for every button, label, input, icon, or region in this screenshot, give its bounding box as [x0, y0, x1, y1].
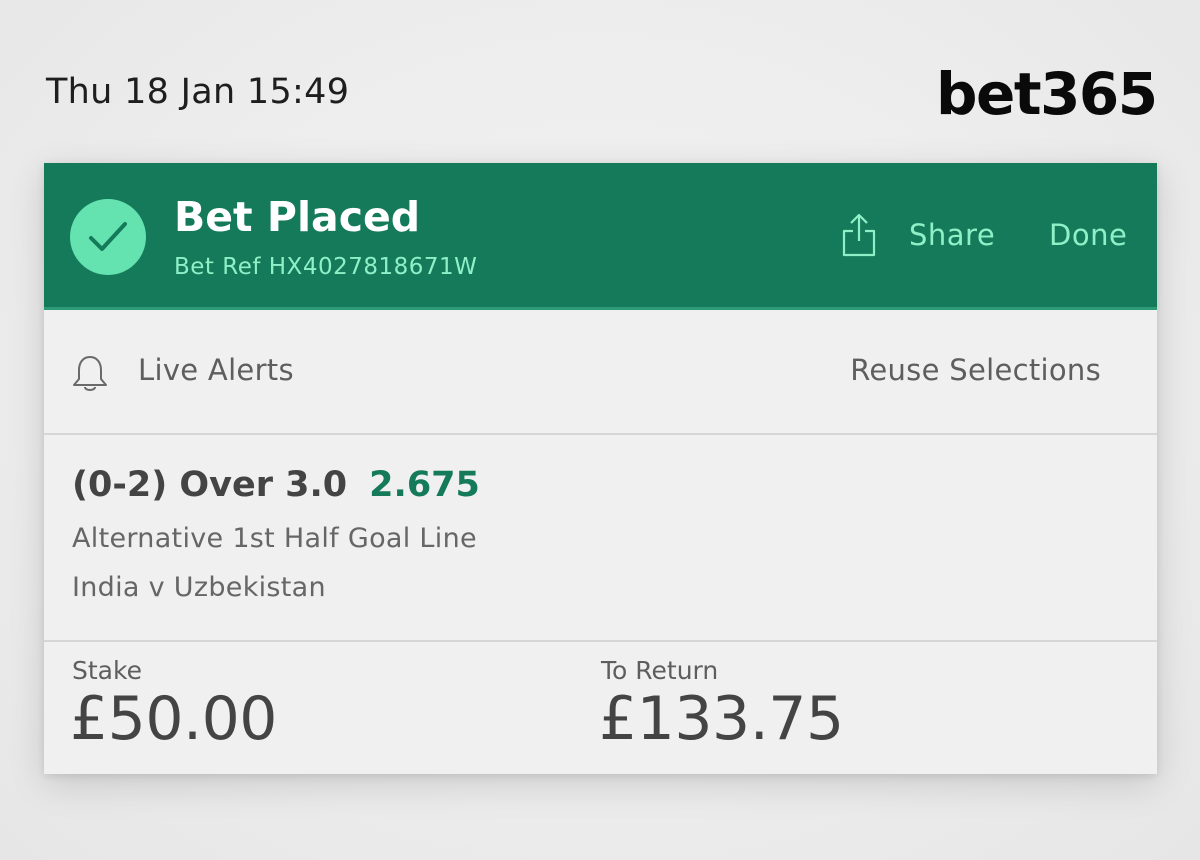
share-icon[interactable]: [842, 213, 876, 261]
stake-label: Stake: [72, 656, 142, 685]
bet-reference: Bet Ref HX4027818671W: [174, 254, 478, 280]
bet-placed-header: Bet Placed Bet Ref HX4027818671W Share D…: [44, 163, 1157, 310]
share-button[interactable]: Share: [909, 218, 995, 252]
selection-event: India v Uzbekistan: [72, 572, 326, 603]
stake-value: £50.00: [70, 684, 277, 754]
live-alerts-button[interactable]: Live Alerts: [138, 353, 294, 387]
checkmark-circle-icon: [70, 199, 146, 275]
status-datetime: Thu 18 Jan 15:49: [46, 72, 350, 112]
alerts-row: Live Alerts Reuse Selections: [44, 313, 1157, 435]
selection-title: (0-2) Over 3.0 2.675: [72, 465, 480, 505]
bell-icon[interactable]: [71, 354, 109, 398]
done-button[interactable]: Done: [1049, 218, 1127, 252]
page-title: Bet Placed: [174, 193, 421, 241]
to-return-value: £133.75: [599, 684, 844, 754]
selection-market: Alternative 1st Half Goal Line: [72, 523, 477, 554]
to-return-label: To Return: [601, 656, 719, 685]
bet-confirmation-card: Bet Placed Bet Ref HX4027818671W Share D…: [44, 163, 1157, 774]
brand-logo: bet365: [936, 60, 1158, 128]
bet-selection: (0-2) Over 3.0 2.675 Alternative 1st Half…: [44, 435, 1157, 642]
selection-odds: 2.675: [369, 465, 480, 505]
bet-amounts: Stake £50.00 To Return £133.75: [44, 642, 1157, 774]
reuse-selections-button[interactable]: Reuse Selections: [850, 353, 1101, 387]
selection-name: (0-2) Over 3.0: [72, 465, 348, 505]
